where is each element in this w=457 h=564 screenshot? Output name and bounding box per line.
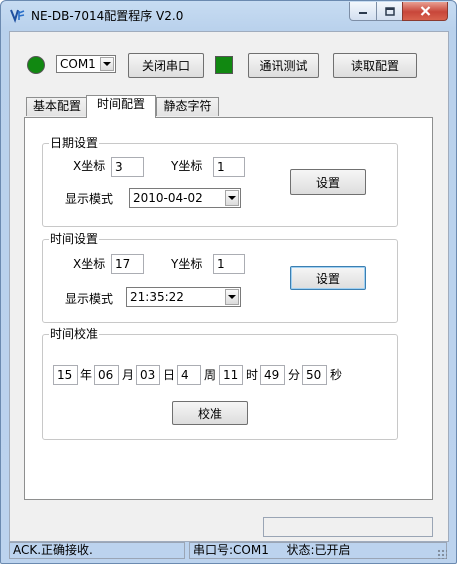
second-input[interactable]: 50 [302, 365, 327, 385]
chevron-down-icon [228, 295, 236, 299]
day-label: 日 [163, 368, 176, 382]
hour-label: 时 [246, 368, 259, 382]
calibrate-button[interactable]: 校准 [172, 401, 248, 425]
date-mode-value: 2010-04-02 [133, 191, 203, 205]
progress-area [263, 517, 433, 537]
tab-time-config-label: 时间配置 [96, 97, 145, 111]
maximize-icon [384, 6, 395, 16]
time-settings-group: 时间设置 X坐标 17 Y坐标 1 显示模式 21:35:22 设置 [42, 232, 398, 323]
minimize-icon [359, 12, 367, 14]
time-mode-select[interactable]: 21:35:22 [126, 287, 241, 307]
window-title: NE-DB-7014配置程序 V2.0 [31, 9, 184, 23]
tab-static-chars[interactable]: 静态字符 [156, 97, 219, 116]
port-select[interactable]: COM1 [56, 55, 116, 73]
date-x-label: X坐标 [73, 159, 106, 173]
calibrate-button-label: 校准 [197, 406, 222, 421]
status-bar: ACK.正确接收. 串口号:COM1 状态:已开启 [9, 541, 449, 561]
date-set-button[interactable]: 设置 [290, 169, 366, 195]
tab-time-config[interactable]: 时间配置 [86, 95, 156, 118]
time-mode-label: 显示模式 [65, 292, 114, 306]
time-y-label: Y坐标 [171, 257, 203, 271]
read-config-button[interactable]: 读取配置 [333, 53, 417, 78]
time-config-panel: 日期设置 X坐标 3 Y坐标 1 显示模式 2010-04-02 设置 时间设置… [24, 117, 433, 500]
status-message: ACK.正确接收. [13, 543, 93, 557]
time-calibration-title: 时间校准 [49, 327, 100, 341]
week-label: 周 [204, 368, 217, 382]
date-settings-group: 日期设置 X坐标 3 Y坐标 1 显示模式 2010-04-02 设置 [42, 136, 398, 227]
year-input[interactable]: 15 [53, 365, 78, 385]
date-mode-arrow[interactable] [225, 190, 239, 206]
close-port-button[interactable]: 关闭串口 [128, 53, 204, 78]
status-state: 状态:已开启 [286, 543, 351, 557]
time-set-button-label: 设置 [315, 271, 340, 286]
time-x-label: X坐标 [73, 257, 106, 271]
close-window-button[interactable] [402, 2, 448, 21]
date-y-input[interactable]: 1 [213, 157, 245, 177]
status-port-pane: 串口号:COM1 状态:已开启 [189, 542, 447, 559]
year-label: 年 [80, 368, 93, 382]
date-settings-title: 日期设置 [49, 136, 100, 150]
time-set-button[interactable]: 设置 [290, 266, 366, 290]
port-select-value: COM1 [60, 57, 96, 71]
time-mode-arrow[interactable] [225, 289, 239, 305]
app-window: NE-DB-7014配置程序 V2.0 COM1 关闭串口 通讯测试 读取配置 [0, 0, 457, 564]
client-area: COM1 关闭串口 通讯测试 读取配置 基本配置 时间配置 静态字符 日期设置 … [9, 31, 449, 542]
second-label: 秒 [330, 368, 343, 382]
port-status-led [27, 56, 45, 74]
time-y-input[interactable]: 1 [213, 254, 245, 274]
minute-input[interactable]: 49 [260, 365, 285, 385]
comm-test-button-label: 通讯测试 [259, 59, 308, 73]
tab-basic-config-label: 基本配置 [32, 99, 81, 113]
minimize-button[interactable] [349, 2, 377, 21]
date-y-label: Y坐标 [171, 159, 203, 173]
title-bar[interactable]: NE-DB-7014配置程序 V2.0 [1, 1, 456, 29]
comm-status-led [215, 56, 233, 74]
date-mode-select[interactable]: 2010-04-02 [129, 188, 241, 208]
close-icon [420, 6, 430, 16]
hour-input[interactable]: 11 [219, 365, 243, 385]
status-port: 串口号:COM1 [193, 543, 269, 557]
time-x-input[interactable]: 17 [111, 254, 144, 274]
status-message-pane: ACK.正确接收. [9, 542, 185, 559]
time-calibration-group: 时间校准 15 年 06 月 03 日 4 周 11 时 49 分 50 秒 校… [42, 327, 398, 440]
read-config-button-label: 读取配置 [350, 59, 399, 73]
app-logo-icon [10, 9, 25, 23]
date-x-input[interactable]: 3 [111, 157, 144, 177]
day-input[interactable]: 03 [136, 365, 160, 385]
comm-test-button[interactable]: 通讯测试 [248, 53, 319, 78]
minute-label: 分 [288, 368, 301, 382]
date-set-button-label: 设置 [315, 175, 340, 190]
month-input[interactable]: 06 [94, 365, 119, 385]
tab-static-chars-label: 静态字符 [163, 99, 212, 113]
resize-grip-icon[interactable] [437, 549, 447, 559]
week-input[interactable]: 4 [177, 365, 201, 385]
chevron-down-icon [228, 196, 236, 200]
tab-basic-config[interactable]: 基本配置 [26, 97, 88, 116]
time-mode-value: 21:35:22 [130, 290, 184, 304]
maximize-button[interactable] [376, 2, 403, 21]
date-mode-label: 显示模式 [65, 192, 114, 206]
time-settings-title: 时间设置 [49, 232, 100, 246]
close-port-button-label: 关闭串口 [141, 59, 190, 73]
port-select-arrow[interactable] [100, 57, 114, 71]
month-label: 月 [122, 368, 135, 382]
chevron-down-icon [103, 62, 111, 66]
